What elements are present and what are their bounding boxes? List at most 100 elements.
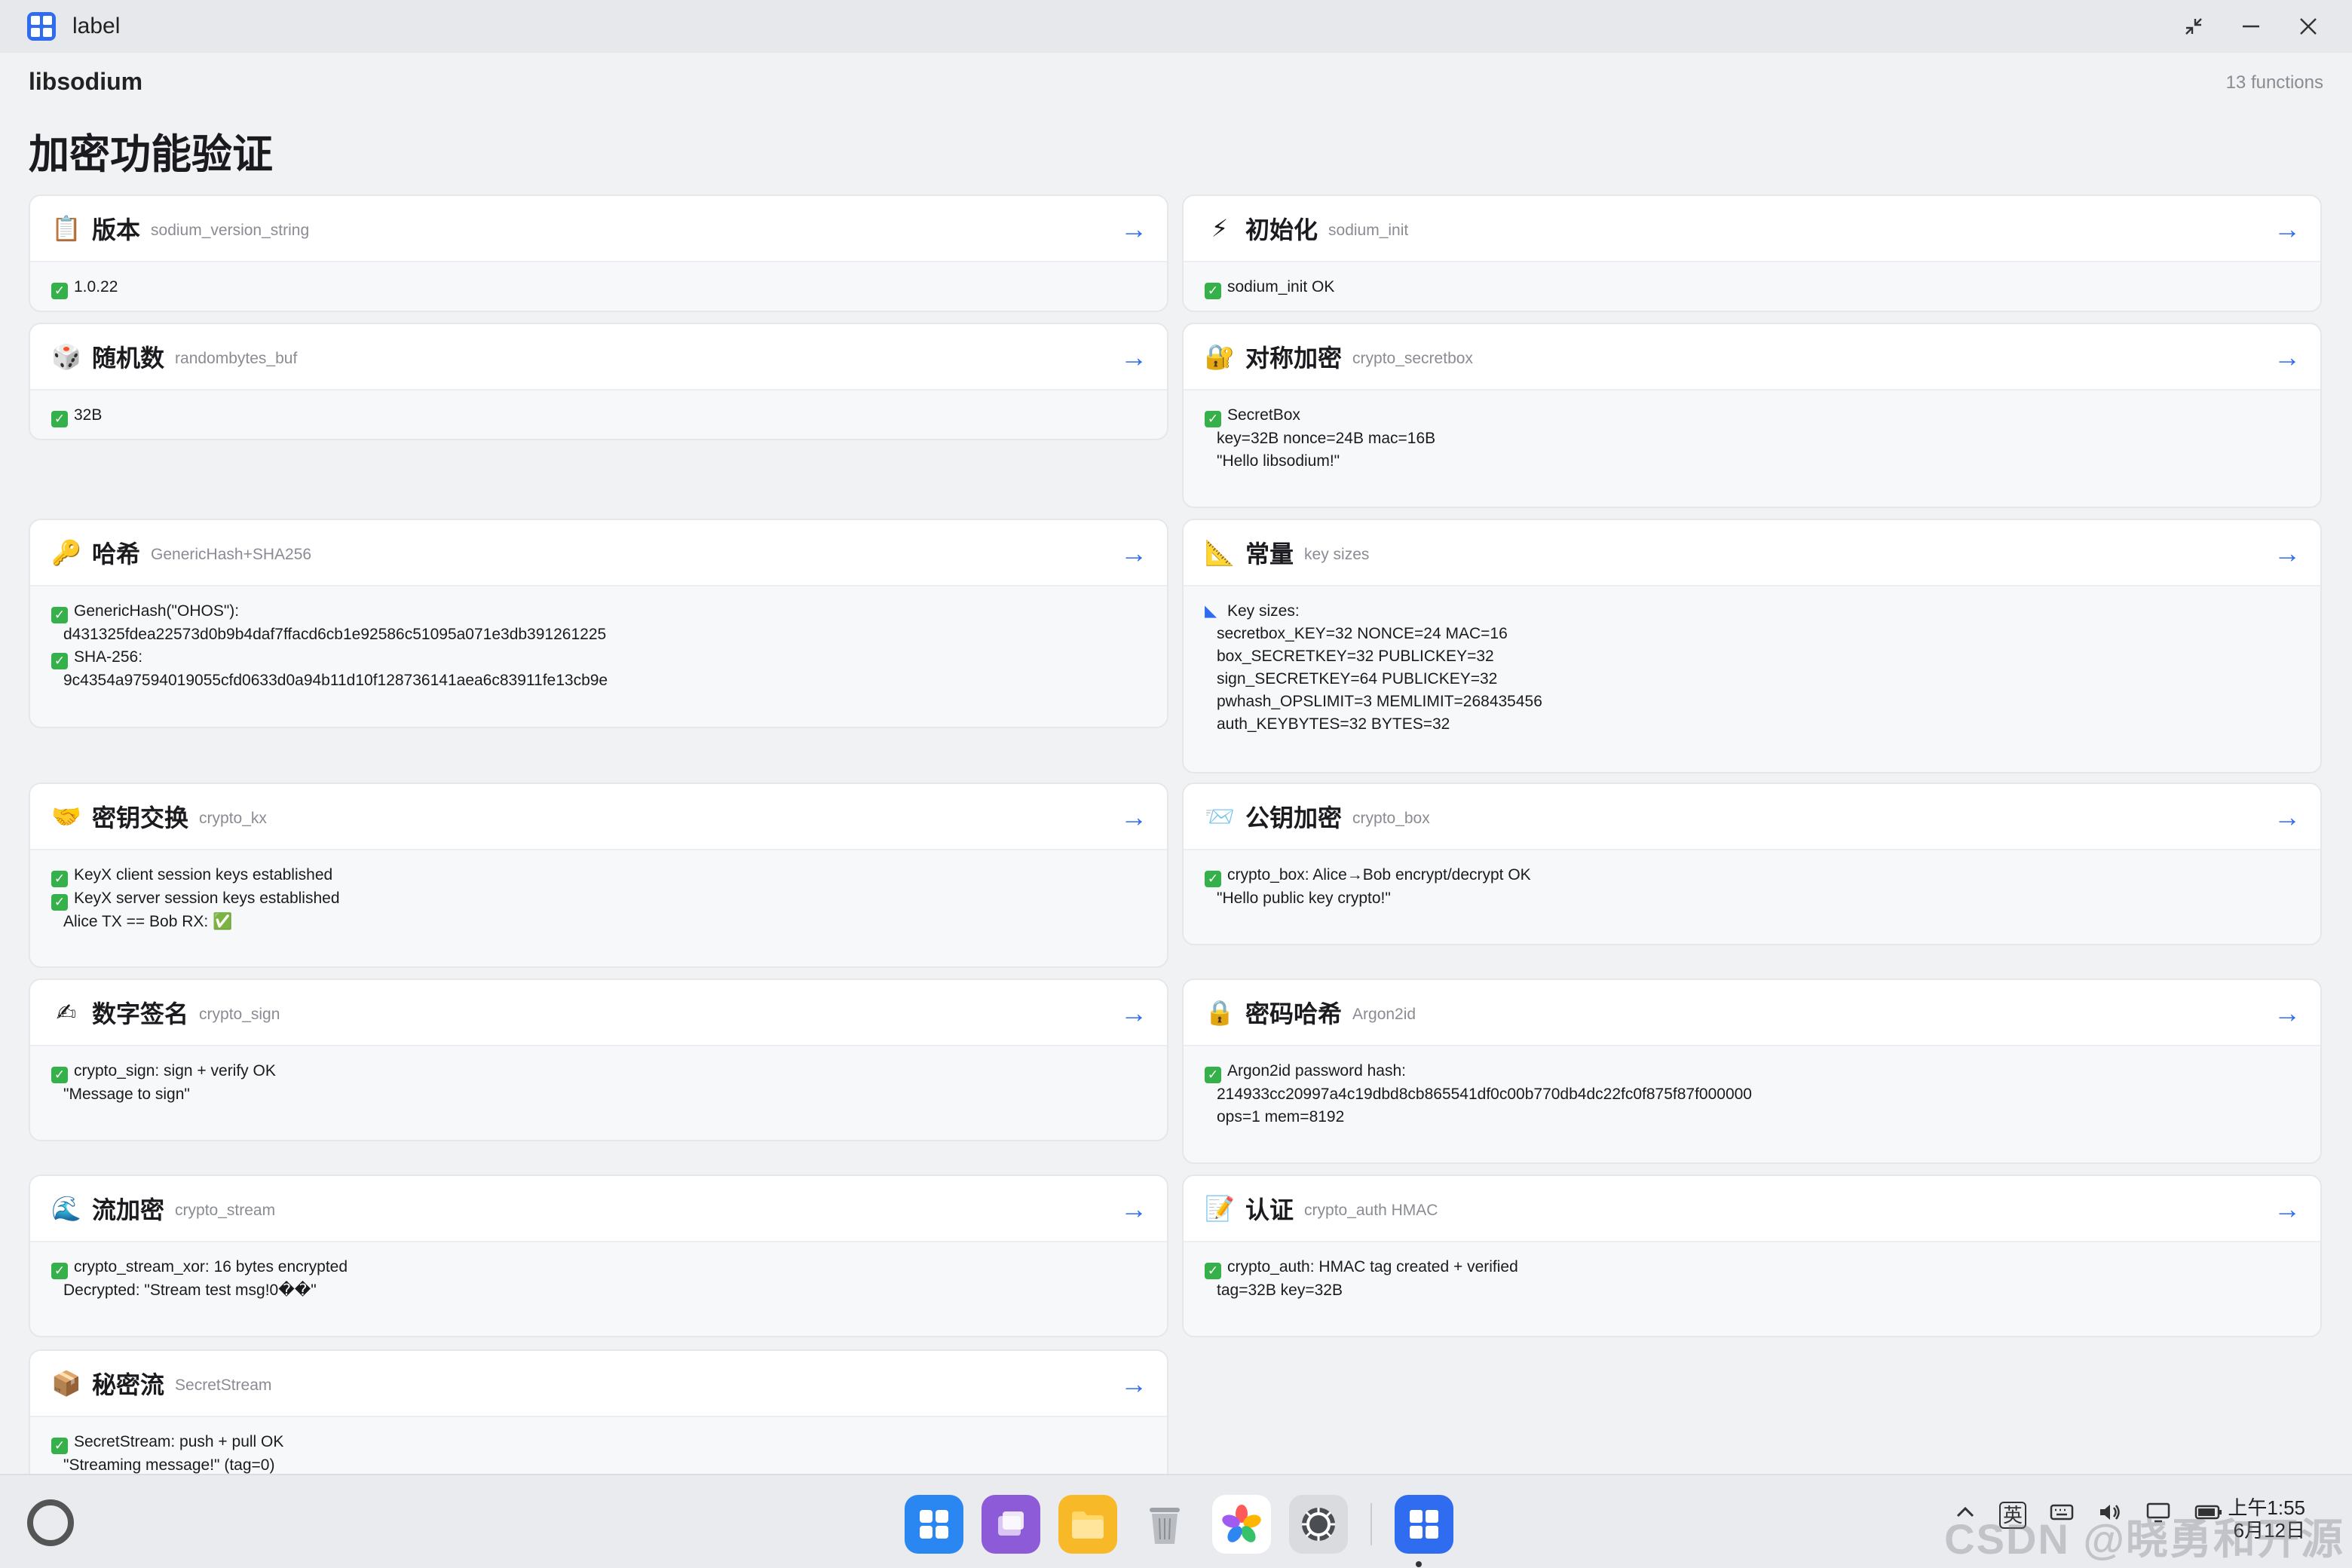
multitask-icon[interactable] [982,1495,1040,1554]
result-text: ops=1 mem=8192 [1217,1108,1345,1125]
running-indicator [1416,1561,1422,1567]
result-line: ✓ crypto_stream_xor: 16 bytes encrypted [51,1256,1146,1279]
card-title: 密钥交换 [92,804,189,831]
page-title: 加密功能验证 [29,132,273,177]
card-result: ◣ Key sizes: secretbox_KEY=32 NONCE=24 MAC… [1184,586,2320,736]
card-result: ✓ SecretStream: push + pull OK "Streaming … [30,1417,1167,1477]
trash-icon[interactable] [1135,1495,1194,1554]
result-line: 9c4354a97594019055cfd0633d0a94b11d10f128… [51,669,1146,692]
card-title: 密码哈希 [1245,1000,1343,1027]
close-button[interactable] [2295,13,2322,40]
photos-icon[interactable] [1212,1495,1271,1554]
result-line: ✓ crypto_sign: sign + verify OK [51,1060,1146,1083]
restore-button[interactable] [2180,13,2207,40]
card-emoji-icon: ⚡ [1211,215,1229,242]
result-line: ✓ KeyX client session keys established [51,864,1146,887]
result-text: KeyX server session keys established [74,890,340,907]
card-title: 对称加密 [1245,345,1343,372]
result-text: SecretBox [1227,406,1300,424]
card-title: 哈希 [92,541,141,568]
label-app-icon[interactable] [1395,1495,1453,1554]
arrow-right-icon[interactable]: → [2274,342,2301,372]
card-title: 随机数 [92,345,165,372]
function-card[interactable]: 📨 公钥加密 crypto_box → ✓ crypto_box: Alice→Bob e… [1182,782,2322,945]
function-card[interactable]: 🔐 对称加密 crypto_secretbox → ✓ SecretBox key=32B … [1182,323,2322,508]
taskbar: 英 上午1:55 6月12日 CSDN @晓勇和开源 [0,1474,2352,1568]
result-line: box_SECRETKEY=32 PUBLICKEY=32 [1205,645,2299,668]
check-icon: ✓ [51,1263,68,1279]
function-card[interactable]: 🎲 随机数 randombytes_buf → ✓ 32B [29,323,1168,440]
arrow-right-icon[interactable]: → [2274,214,2301,244]
app-center-icon[interactable] [905,1495,963,1554]
card-emoji-icon: ✍ [56,999,77,1026]
arrow-right-icon[interactable]: → [1120,998,1147,1028]
check-icon: ✓ [51,1438,68,1454]
result-text: Alice TX == Bob RX: ✅ [63,913,233,930]
card-subtitle: crypto_kx [199,810,267,827]
result-text: d431325fdea22573d0b9b4daf7ffacd6cb1e9258… [63,626,607,643]
card-title: 版本 [92,216,141,243]
result-text: Key sizes: [1227,602,1300,620]
arrow-right-icon[interactable]: → [1120,538,1147,568]
function-card[interactable]: 📋 版本 sodium_version_string → ✓ 1.0.22 [29,194,1168,312]
result-text: 9c4354a97594019055cfd0633d0a94b11d10f128… [63,672,608,689]
result-line: ◣ Key sizes: [1205,600,2299,623]
result-text: Argon2id password hash: [1227,1062,1406,1080]
card-result: ✓ 1.0.22 [30,262,1167,299]
function-card[interactable]: 📐 常量 key sizes → ◣ Key sizes: secretbox_KEY=32… [1182,519,2322,773]
result-text: Decrypted: "Stream test msg!0��" [63,1282,317,1299]
card-result: ✓ crypto_sign: sign + verify OK "Message t… [30,1046,1167,1106]
app-icon [27,12,56,41]
arrow-right-icon[interactable]: → [2274,998,2301,1028]
card-result: ✓ SecretBox key=32B nonce=24B mac=16B "Hell… [1184,390,2320,473]
check-icon: ✓ [51,1067,68,1083]
settings-icon[interactable] [1289,1495,1348,1554]
function-card[interactable]: 🌊 流加密 crypto_stream → ✓ crypto_stream_xor: 16… [29,1174,1168,1337]
card-subtitle: key sizes [1304,546,1370,563]
arrow-right-icon[interactable]: → [2274,538,2301,568]
result-line: ✓ SecretStream: push + pull OK [51,1431,1146,1454]
card-subtitle: crypto_box [1352,810,1430,827]
card-header: 🎲 随机数 randombytes_buf → [30,324,1167,390]
check-icon: ✓ [51,411,68,427]
function-card[interactable]: 🤝 密钥交换 crypto_kx → ✓ KeyX client session keys… [29,782,1168,968]
function-card[interactable]: 🔒 密码哈希 Argon2id → ✓ Argon2id password hash: 21… [1182,978,2322,1164]
result-text: KeyX client session keys established [74,866,333,884]
card-header: ✍ 数字签名 crypto_sign → [30,980,1167,1046]
result-line: ✓ KeyX server session keys established [51,887,1146,911]
card-title: 公钥加密 [1245,804,1343,831]
arrow-right-icon[interactable]: → [2274,1194,2301,1224]
card-subtitle: SecretStream [175,1377,272,1394]
close-icon [2300,18,2317,35]
card-result: ✓ KeyX client session keys established ✓ Ke… [30,850,1167,933]
card-header: 🤝 密钥交换 crypto_kx → [30,784,1167,850]
result-text: key=32B nonce=24B mac=16B [1217,430,1436,447]
result-text: "Hello libsodium!" [1217,452,1340,470]
result-line: tag=32B key=32B [1205,1279,2299,1302]
start-button[interactable] [27,1499,74,1546]
result-line: ✓ crypto_box: Alice→Bob encrypt/decrypt O… [1205,864,2299,887]
function-card[interactable]: ✍ 数字签名 crypto_sign → ✓ crypto_sign: sign + ve… [29,978,1168,1141]
arrow-right-icon[interactable]: → [1120,1194,1147,1224]
card-subtitle: crypto_secretbox [1352,350,1473,367]
function-card[interactable]: 📝 认证 crypto_auth HMAC → ✓ crypto_auth: HMAC t… [1182,1174,2322,1337]
card-title: 流加密 [92,1196,165,1223]
result-line: secretbox_KEY=32 NONCE=24 MAC=16 [1205,623,2299,645]
arrow-right-icon[interactable]: → [1120,802,1147,832]
card-emoji-icon: 🔑 [51,539,81,566]
check-icon: ✓ [1205,1067,1221,1083]
arrow-right-icon[interactable]: → [1120,214,1147,244]
function-card[interactable]: 🔑 哈希 GenericHash+SHA256 → ✓ GenericHash("OHOS… [29,519,1168,728]
check-icon: ✓ [1205,1263,1221,1279]
function-card[interactable]: ⚡ 初始化 sodium_init → ✓ sodium_init OK [1182,194,2322,312]
arrow-right-icon[interactable]: → [2274,802,2301,832]
card-title: 初始化 [1245,216,1318,243]
arrow-right-icon[interactable]: → [1120,1369,1147,1399]
arrow-right-icon[interactable]: → [1120,342,1147,372]
files-icon[interactable] [1058,1495,1117,1554]
card-header: 📨 公钥加密 crypto_box → [1184,784,2320,850]
card-result: ✓ Argon2id password hash: 214933cc20997a4c… [1184,1046,2320,1129]
card-title: 认证 [1245,1196,1294,1223]
card-result: ✓ crypto_box: Alice→Bob encrypt/decrypt O… [1184,850,2320,910]
minimize-button[interactable] [2237,13,2265,40]
